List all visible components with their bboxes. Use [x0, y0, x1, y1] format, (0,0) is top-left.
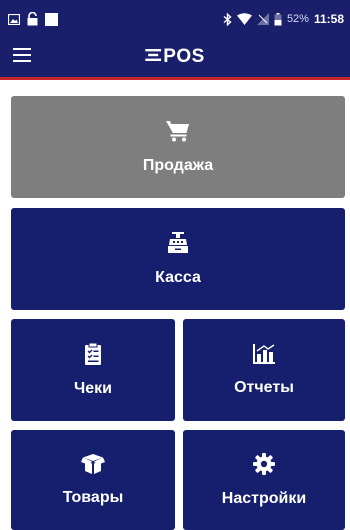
white-square-icon — [45, 12, 58, 26]
main-menu-grid: Продажа Касса Чеки Отчеты Товары Настрой… — [0, 83, 350, 530]
settings-label: Настройки — [221, 489, 307, 507]
sale-tile[interactable]: Продажа — [11, 96, 345, 198]
settings-tile[interactable]: Настройки — [183, 430, 345, 530]
box-icon — [81, 453, 105, 479]
cash-register-icon — [168, 231, 188, 259]
receipts-tile[interactable]: Чеки — [11, 319, 175, 421]
goods-label: Товары — [62, 488, 124, 506]
sale-label: Продажа — [142, 156, 214, 174]
wifi-icon — [236, 13, 252, 25]
lock-icon — [26, 12, 39, 26]
bluetooth-icon — [223, 12, 232, 26]
reports-tile[interactable]: Отчеты — [183, 319, 345, 421]
reports-label: Отчеты — [234, 378, 294, 396]
gear-icon — [253, 452, 275, 480]
battery-icon — [274, 12, 282, 26]
epos-logo-icon — [145, 46, 162, 68]
hamburger-menu-icon — [13, 48, 31, 67]
logo-text: POS — [163, 46, 205, 67]
cash-tile[interactable]: Касса — [11, 208, 345, 310]
image-icon — [8, 13, 20, 25]
battery-percent: 52% — [286, 13, 309, 25]
clock: 11:58 — [313, 12, 344, 26]
clipboard-checklist-icon — [85, 342, 101, 370]
app-bar: POS — [0, 38, 350, 80]
app-logo: POS — [145, 46, 205, 68]
bar-chart-icon — [253, 343, 275, 369]
no-signal-icon — [256, 13, 269, 25]
receipts-label: Чеки — [74, 379, 112, 397]
menu-button[interactable] — [0, 37, 44, 79]
goods-tile[interactable]: Товары — [11, 430, 175, 530]
status-bar: 52% 11:58 — [0, 0, 350, 38]
shopping-cart-icon — [166, 120, 190, 147]
cash-label: Касса — [155, 268, 201, 286]
